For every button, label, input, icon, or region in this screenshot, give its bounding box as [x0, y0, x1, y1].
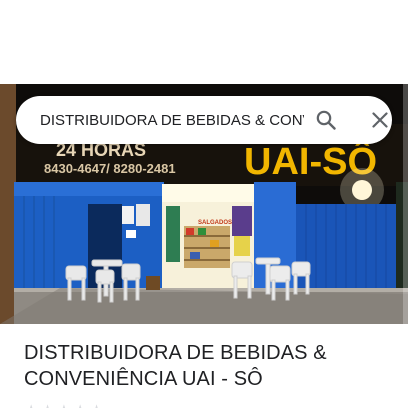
top-blank-area: [0, 0, 408, 84]
sign-phones: 8430-4647/ 8280-2481: [44, 161, 176, 176]
star-icon: ★: [73, 403, 87, 408]
search-bar[interactable]: [16, 96, 392, 144]
photo-scrollbar[interactable]: [403, 84, 408, 324]
star-icon: ★: [89, 403, 103, 408]
search-input[interactable]: [40, 108, 304, 132]
star-icon: ★: [40, 403, 54, 408]
star-icon: ★: [57, 403, 71, 408]
rating-stars: ★ ★ ★ ★ ★: [24, 400, 104, 408]
star-icon: ★: [24, 403, 38, 408]
shop-label: SALGADOS: [198, 220, 232, 226]
close-icon[interactable]: [368, 108, 392, 132]
place-title: DISTRIBUIDORA DE BEBIDAS & CONVENIÊNCIA …: [24, 342, 327, 390]
search-icon[interactable]: [314, 108, 338, 132]
